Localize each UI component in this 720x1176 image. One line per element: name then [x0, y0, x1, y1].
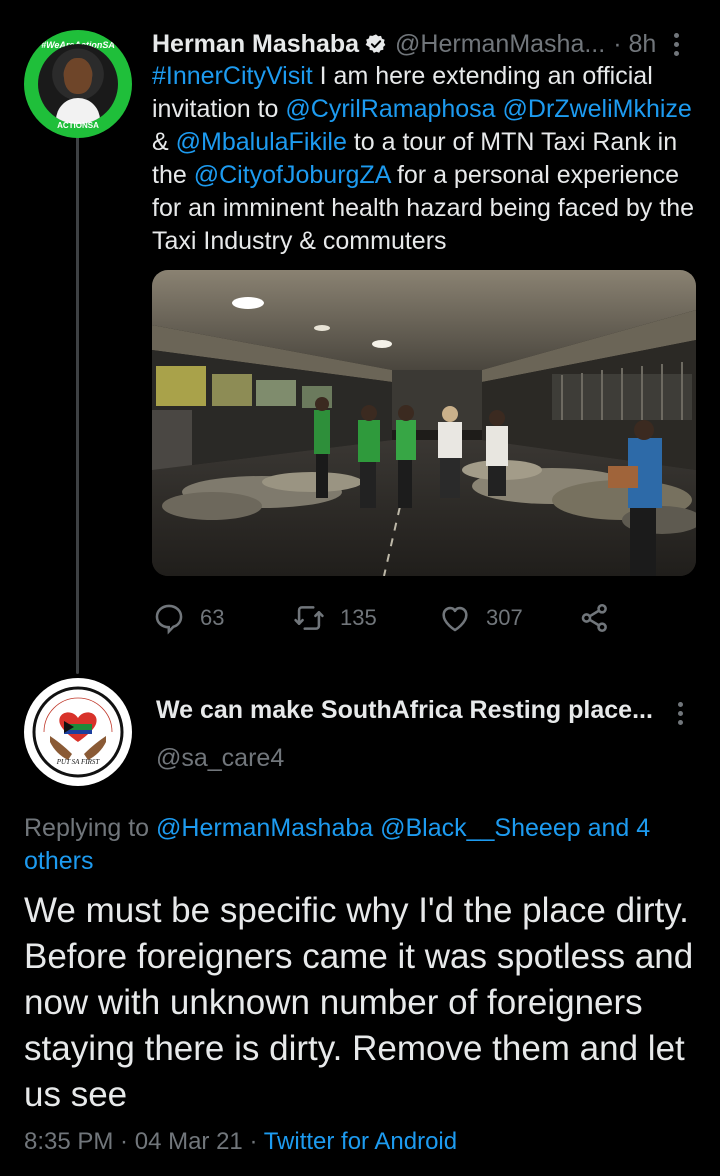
mention-link[interactable]: @DrZweliMkhize	[503, 95, 692, 123]
reply-author-handle[interactable]: @sa_care4	[156, 744, 284, 773]
reply-count: 63	[200, 605, 225, 630]
tweet-date[interactable]: 04 Mar 21	[135, 1128, 243, 1155]
verified-badge-icon	[365, 33, 387, 55]
avatar-photo	[38, 44, 118, 124]
avatar-ring-logo: ACTIONSA	[57, 121, 99, 130]
replying-to-prefix: Replying to	[24, 814, 157, 842]
taxi-rank-photo	[152, 270, 696, 576]
share-button[interactable]	[578, 596, 612, 640]
tweet-meta-line: 8:35 PM · 04 Mar 21 · Twitter for Androi…	[24, 1128, 457, 1156]
like-button[interactable]: 307	[438, 596, 523, 640]
mention-link[interactable]: @CityofJoburgZA	[194, 161, 390, 189]
more-options-icon[interactable]	[670, 698, 690, 728]
like-count: 307	[486, 605, 523, 630]
tweet-timestamp[interactable]: 8:35 PM	[24, 1128, 113, 1155]
logo-bottom-text: PUT SA FIRST	[56, 758, 101, 766]
tweet-text-segment: &	[152, 128, 176, 156]
reply-author-avatar[interactable]: PUT SA FIRST	[24, 678, 132, 786]
retweet-count: 135	[340, 605, 377, 630]
tweet-text: #InnerCityVisit I am here extending an o…	[152, 60, 700, 258]
tweet-text-segment	[496, 95, 503, 123]
reply-author-name[interactable]: We can make SouthAfrica Resting place...	[156, 696, 656, 725]
tweet-media-photo[interactable]	[152, 270, 696, 576]
reply-button[interactable]: 63	[152, 596, 224, 640]
mention-link[interactable]: @MbalulaFikile	[176, 128, 347, 156]
tweet-time[interactable]: · 8h	[613, 30, 656, 59]
more-options-icon[interactable]	[666, 28, 686, 60]
tweet-action-bar: 63 135 307	[152, 596, 632, 640]
mention-link[interactable]: @CyrilRamaphosa	[285, 95, 495, 123]
meta-separator: ·	[242, 1128, 264, 1155]
retweet-icon	[294, 606, 324, 630]
author-name[interactable]: Herman Mashaba	[152, 30, 359, 59]
sa-care-logo: PUT SA FIRST	[32, 686, 124, 778]
hashtag-link[interactable]: #InnerCityVisit	[152, 62, 313, 90]
replying-to-line: Replying to @HermanMashaba @Black__Sheee…	[24, 812, 684, 878]
author-avatar[interactable]: #WeAreActionSA ACTIONSA	[24, 30, 132, 138]
tweet-header: Herman Mashaba @HermanMasha... · 8h	[152, 28, 696, 60]
like-icon	[442, 606, 468, 632]
meta-separator: ·	[113, 1128, 135, 1155]
reply-tweet-text: We must be specific why I'd the place di…	[24, 891, 694, 1114]
author-handle[interactable]: @HermanMasha...	[395, 30, 605, 59]
thread-connector-line	[76, 134, 79, 674]
retweet-button[interactable]: 135	[292, 596, 377, 640]
reply-icon	[155, 604, 183, 635]
tweet-source-link[interactable]: Twitter for Android	[264, 1128, 457, 1155]
share-icon	[581, 603, 607, 633]
